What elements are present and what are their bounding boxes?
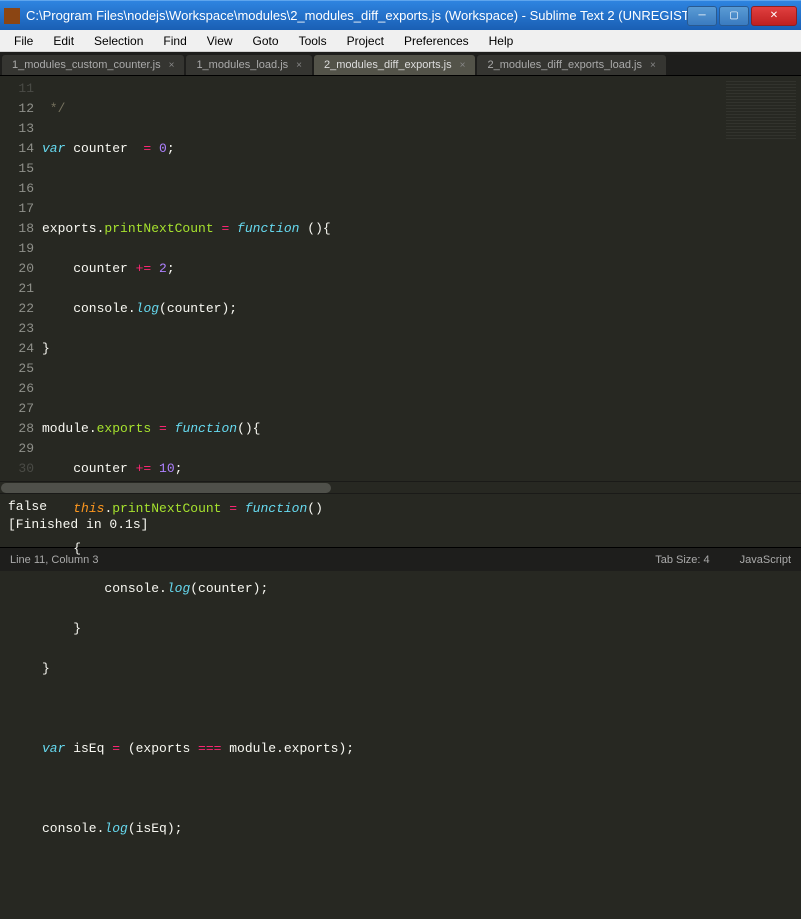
horizontal-scrollbar[interactable] — [0, 481, 801, 493]
menu-project[interactable]: Project — [337, 32, 394, 50]
scrollbar-thumb[interactable] — [1, 483, 331, 493]
tab-close-icon[interactable]: × — [169, 60, 175, 71]
tab-2[interactable]: 1_modules_load.js × — [186, 55, 312, 75]
menu-find[interactable]: Find — [153, 32, 196, 50]
maximize-button[interactable]: ▢ — [719, 6, 749, 26]
menu-edit[interactable]: Edit — [43, 32, 84, 50]
menu-preferences[interactable]: Preferences — [394, 32, 479, 50]
menu-help[interactable]: Help — [479, 32, 524, 50]
menu-selection[interactable]: Selection — [84, 32, 153, 50]
tab-label: 1_modules_load.js — [196, 59, 288, 71]
tab-1[interactable]: 1_modules_custom_counter.js × — [2, 55, 184, 75]
editor[interactable]: 1112131415161718192021222324252627282930… — [0, 76, 801, 481]
app-icon — [4, 8, 20, 24]
tab-3[interactable]: 2_modules_diff_exports.js × — [314, 55, 475, 75]
menu-view[interactable]: View — [197, 32, 243, 50]
code-area[interactable]: */ var counter = 0; exports.printNextCou… — [42, 76, 711, 481]
menu-tools[interactable]: Tools — [289, 32, 337, 50]
menu-goto[interactable]: Goto — [243, 32, 289, 50]
window-title: C:\Program Files\nodejs\Workspace\module… — [26, 8, 687, 23]
menubar: File Edit Selection Find View Goto Tools… — [0, 30, 801, 52]
titlebar: C:\Program Files\nodejs\Workspace\module… — [0, 0, 801, 30]
status-syntax[interactable]: JavaScript — [740, 554, 791, 566]
tab-label: 2_modules_diff_exports_load.js — [487, 59, 642, 71]
tab-label: 2_modules_diff_exports.js — [324, 59, 452, 71]
tab-label: 1_modules_custom_counter.js — [12, 59, 161, 71]
minimize-button[interactable]: ─ — [687, 6, 717, 26]
menu-file[interactable]: File — [4, 32, 43, 50]
window-controls: ─ ▢ ✕ — [687, 6, 797, 26]
line-gutter: 1112131415161718192021222324252627282930 — [0, 76, 42, 481]
close-button[interactable]: ✕ — [751, 6, 797, 26]
minimap-preview — [726, 81, 796, 141]
minimap[interactable] — [711, 76, 801, 481]
tabbar: 1_modules_custom_counter.js × 1_modules_… — [0, 52, 801, 76]
tab-close-icon[interactable]: × — [460, 60, 466, 71]
tab-close-icon[interactable]: × — [296, 60, 302, 71]
tab-close-icon[interactable]: × — [650, 60, 656, 71]
tab-4[interactable]: 2_modules_diff_exports_load.js × — [477, 55, 665, 75]
